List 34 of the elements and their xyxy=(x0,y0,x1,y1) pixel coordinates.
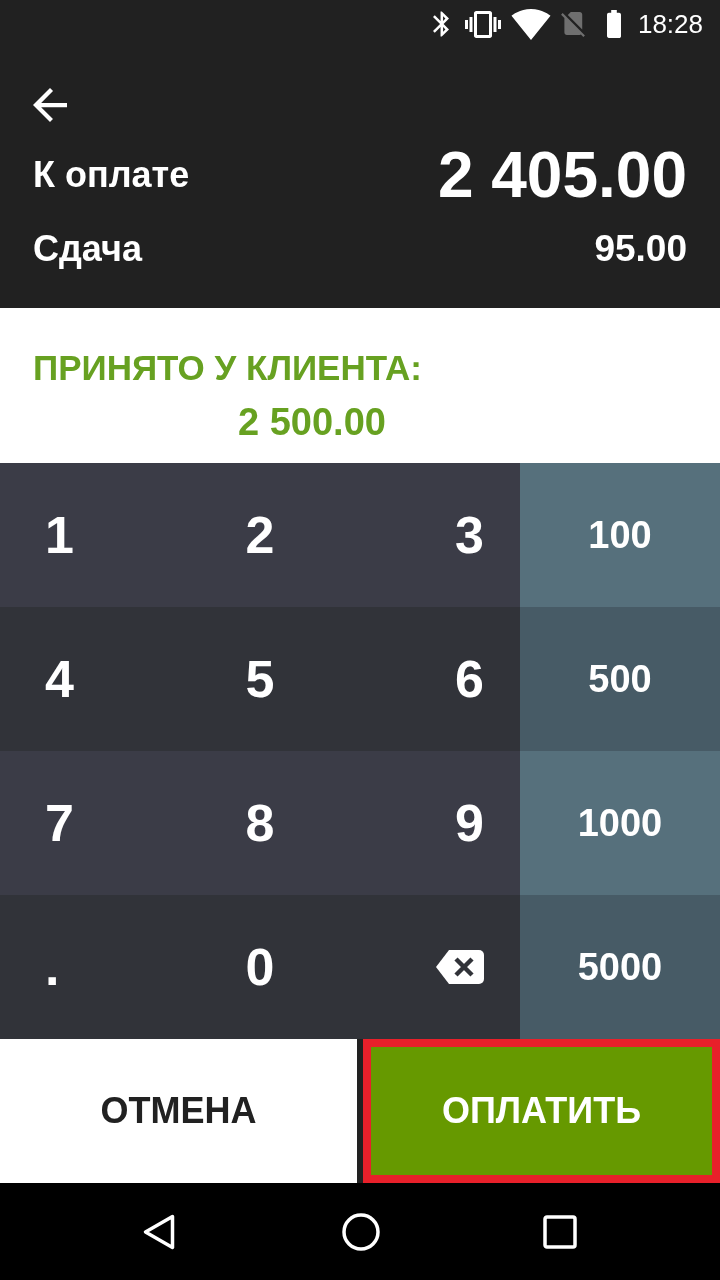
back-button[interactable] xyxy=(33,88,67,122)
recents-icon[interactable] xyxy=(543,1214,577,1249)
home-icon[interactable] xyxy=(342,1212,380,1251)
wifi-icon xyxy=(510,8,551,40)
quick-amount-key[interactable]: 500 xyxy=(520,607,720,751)
digit-key[interactable]: 4 xyxy=(0,607,173,751)
decimal-point-key[interactable]: . xyxy=(0,895,173,1039)
digit-key[interactable]: 3 xyxy=(347,463,520,607)
received-amount: 2 500.00 xyxy=(238,400,386,444)
digit-key[interactable]: 0 xyxy=(173,895,347,1039)
backspace-icon xyxy=(436,950,484,984)
back-arrow-icon xyxy=(33,88,67,122)
quick-amount-key[interactable]: 1000 xyxy=(520,751,720,895)
change-label: Сдача xyxy=(33,227,142,271)
digit-key[interactable]: 8 xyxy=(173,751,347,895)
bluetooth-icon xyxy=(432,11,449,37)
quick-amount-key[interactable]: 100 xyxy=(520,463,720,607)
change-amount: 95.00 xyxy=(594,227,687,271)
vibrate-icon xyxy=(464,10,501,38)
digit-key[interactable]: 7 xyxy=(0,751,173,895)
back-icon[interactable] xyxy=(143,1213,175,1250)
quick-amount-key[interactable]: 5000 xyxy=(520,895,720,1039)
cancel-button[interactable]: ОТМЕНА xyxy=(0,1039,357,1183)
total-amount: 2 405.00 xyxy=(437,139,687,211)
digit-key[interactable]: 5 xyxy=(173,607,347,751)
digit-key[interactable]: 6 xyxy=(347,607,520,751)
no-sim-icon xyxy=(560,11,585,37)
status-time: 18:28 xyxy=(637,9,703,39)
backspace-key[interactable] xyxy=(347,895,520,1039)
digit-key[interactable]: 2 xyxy=(173,463,347,607)
received-label: ПРИНЯТО У КЛИЕНТА: xyxy=(33,347,423,389)
digit-key[interactable]: 9 xyxy=(347,751,520,895)
digit-key[interactable]: 1 xyxy=(0,463,173,607)
total-label: К оплате xyxy=(33,153,190,197)
